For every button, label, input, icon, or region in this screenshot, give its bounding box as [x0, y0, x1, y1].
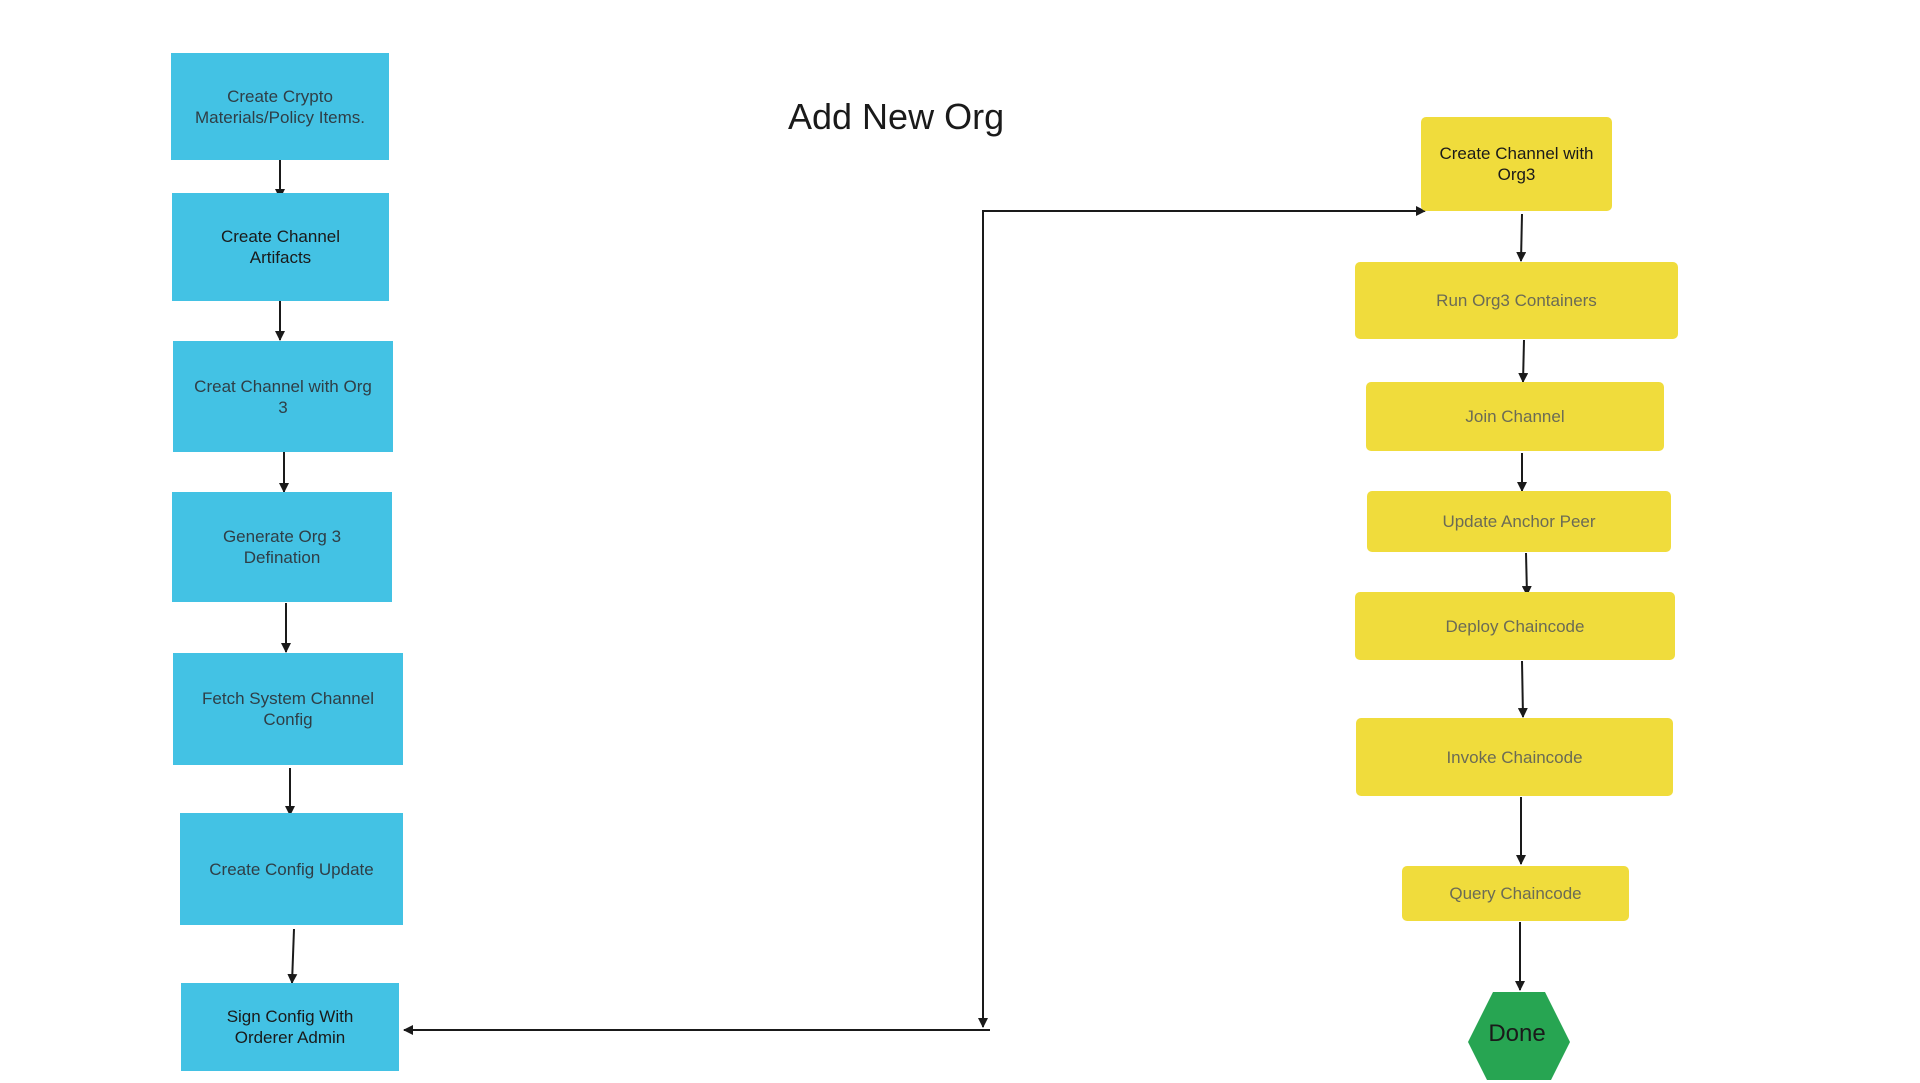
- step-create-crypto-materials: Create Crypto Materials/Policy Items.: [171, 53, 389, 160]
- step-label-line1: Update Anchor Peer: [1442, 512, 1596, 531]
- step-label-line2: Defination: [243, 548, 321, 567]
- step-label-line1: Create Channel with: [1439, 144, 1594, 163]
- step-creat-channel-with-org3: Creat Channel with Org 3: [173, 341, 393, 452]
- step-label-line1: Sign Config With: [226, 1007, 354, 1026]
- step-label-line2: Orderer Admin: [234, 1028, 346, 1047]
- step-create-channel-artifacts: Create Channel Artifacts: [172, 193, 389, 301]
- step-label-line1: Deploy Chaincode: [1445, 616, 1585, 636]
- step-generate-org3-definition: Generate Org 3 Defination: [172, 492, 392, 602]
- step-label-line1: Invoke Chaincode: [1446, 747, 1583, 767]
- step-label-line1: Create Channel: [220, 227, 341, 246]
- arrow-left-6-7: [287, 928, 298, 984]
- step-deploy-chaincode: Deploy Chaincode: [1355, 592, 1675, 660]
- step-label-line2: Materials/Policy Items.: [194, 107, 366, 127]
- arrow-right-1-2: [1516, 213, 1527, 262]
- step-label-line2: 3: [278, 397, 288, 417]
- step-label-line1: Join Channel: [1465, 407, 1565, 426]
- diagram-title: Add New Org: [788, 96, 1005, 137]
- step-create-channel-with-org3: Create Channel with Org3: [1421, 117, 1612, 211]
- step-label-line1: Creat Channel with Org: [194, 376, 372, 396]
- step-update-anchor-peer: Update Anchor Peer: [1367, 491, 1671, 552]
- arrow-right-2-3: [1518, 339, 1529, 383]
- step-label-line1: Query Chaincode: [1449, 884, 1582, 903]
- step-run-org3-containers: Run Org3 Containers: [1355, 262, 1678, 339]
- step-label-line2: Org3: [1497, 165, 1536, 184]
- step-invoke-chaincode: Invoke Chaincode: [1356, 718, 1673, 796]
- step-sign-config-with-orderer-admin: Sign Config With Orderer Admin: [181, 983, 399, 1071]
- step-fetch-system-channel-config: Fetch System Channel Config: [173, 653, 403, 765]
- step-query-chaincode: Query Chaincode: [1402, 866, 1629, 921]
- step-label-line1: Fetch System Channel: [202, 689, 374, 708]
- done-label: Done: [1488, 1020, 1546, 1047]
- step-label-line1: Create Crypto: [227, 86, 333, 106]
- step-label-line1: Generate Org 3: [222, 527, 342, 546]
- arrow-right-5-6: [1517, 660, 1528, 718]
- step-label-line1: Create Config Update: [209, 859, 374, 879]
- step-create-config-update: Create Config Update: [180, 813, 403, 925]
- step-label-line2: Config: [263, 710, 313, 729]
- step-label-line2: Artifacts: [249, 248, 312, 267]
- arrow-right-4-5: [1521, 552, 1532, 596]
- step-join-channel: Join Channel: [1366, 382, 1664, 451]
- step-label-line1: Run Org3 Containers: [1436, 291, 1597, 310]
